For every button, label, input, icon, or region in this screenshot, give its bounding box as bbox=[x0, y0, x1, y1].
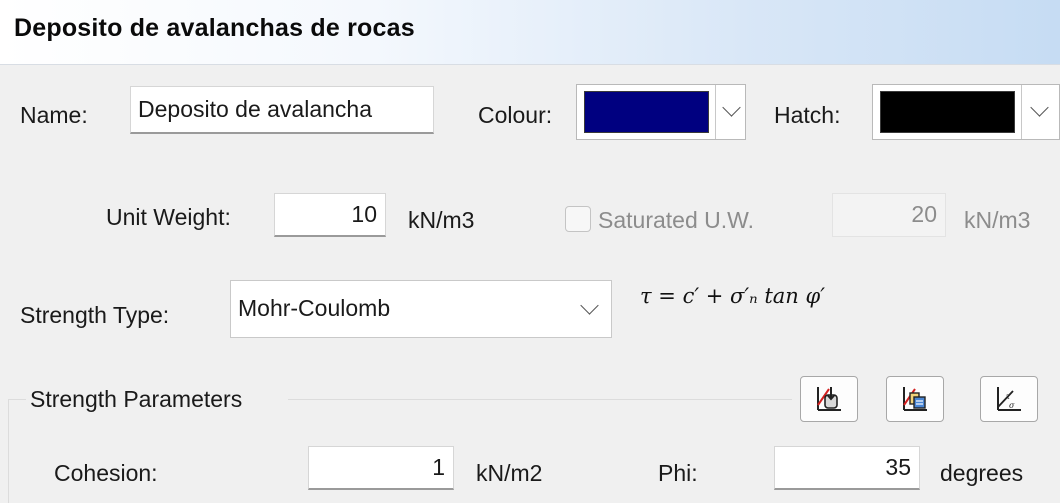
unit-weight-unit: kN/m3 bbox=[408, 207, 475, 233]
dialog-header: Deposito de avalanchas de rocas bbox=[0, 0, 1060, 65]
hatch-label: Hatch: bbox=[774, 102, 841, 128]
strength-graph-button[interactable]: τ σ bbox=[980, 376, 1038, 422]
saturated-uw-checkbox[interactable] bbox=[565, 206, 591, 232]
svg-text:σ: σ bbox=[1009, 401, 1015, 410]
strength-formula: τ = c′ + σ′ₙ tan φ′ bbox=[640, 284, 825, 308]
phi-input[interactable]: 35 bbox=[774, 446, 920, 490]
copy-parameters-button[interactable] bbox=[886, 376, 944, 422]
chevron-down-icon bbox=[580, 296, 599, 315]
phi-label: Phi: bbox=[658, 460, 698, 486]
strength-function-graph-icon: τ σ bbox=[997, 387, 1021, 411]
strength-type-label: Strength Type: bbox=[20, 302, 170, 328]
svg-text:τ: τ bbox=[1006, 392, 1011, 401]
copy-parameters-icon bbox=[903, 387, 927, 411]
strength-type-dropdown[interactable]: Mohr-Coulomb bbox=[230, 280, 612, 338]
cohesion-input[interactable]: 1 bbox=[308, 446, 454, 490]
saturated-uw-unit: kN/m3 bbox=[964, 207, 1031, 233]
material-title: Deposito de avalanchas de rocas bbox=[14, 14, 415, 42]
colour-swatch bbox=[584, 91, 709, 133]
cohesion-unit: kN/m2 bbox=[476, 460, 543, 486]
name-label: Name: bbox=[20, 102, 88, 128]
hatch-combobox[interactable] bbox=[872, 84, 1060, 140]
chevron-down-icon bbox=[1030, 98, 1049, 117]
colour-combobox[interactable] bbox=[576, 84, 746, 140]
unit-weight-input[interactable]: 10 bbox=[274, 193, 386, 237]
strength-parameters-title: Strength Parameters bbox=[30, 386, 243, 412]
chevron-down-icon bbox=[722, 98, 741, 117]
phi-unit: degrees bbox=[940, 460, 1024, 486]
import-parameters-button[interactable] bbox=[800, 376, 858, 422]
strength-type-value: Mohr-Coulomb bbox=[238, 295, 391, 321]
unit-weight-label: Unit Weight: bbox=[106, 204, 231, 230]
name-input[interactable]: Deposito de avalancha bbox=[130, 86, 434, 134]
saturated-uw-label: Saturated U.W. bbox=[598, 207, 754, 233]
hatch-swatch bbox=[880, 91, 1015, 133]
import-parameters-icon bbox=[817, 387, 841, 411]
colour-label: Colour: bbox=[478, 102, 553, 128]
cohesion-label: Cohesion: bbox=[54, 460, 158, 486]
saturated-uw-input[interactable]: 20 bbox=[832, 193, 946, 237]
